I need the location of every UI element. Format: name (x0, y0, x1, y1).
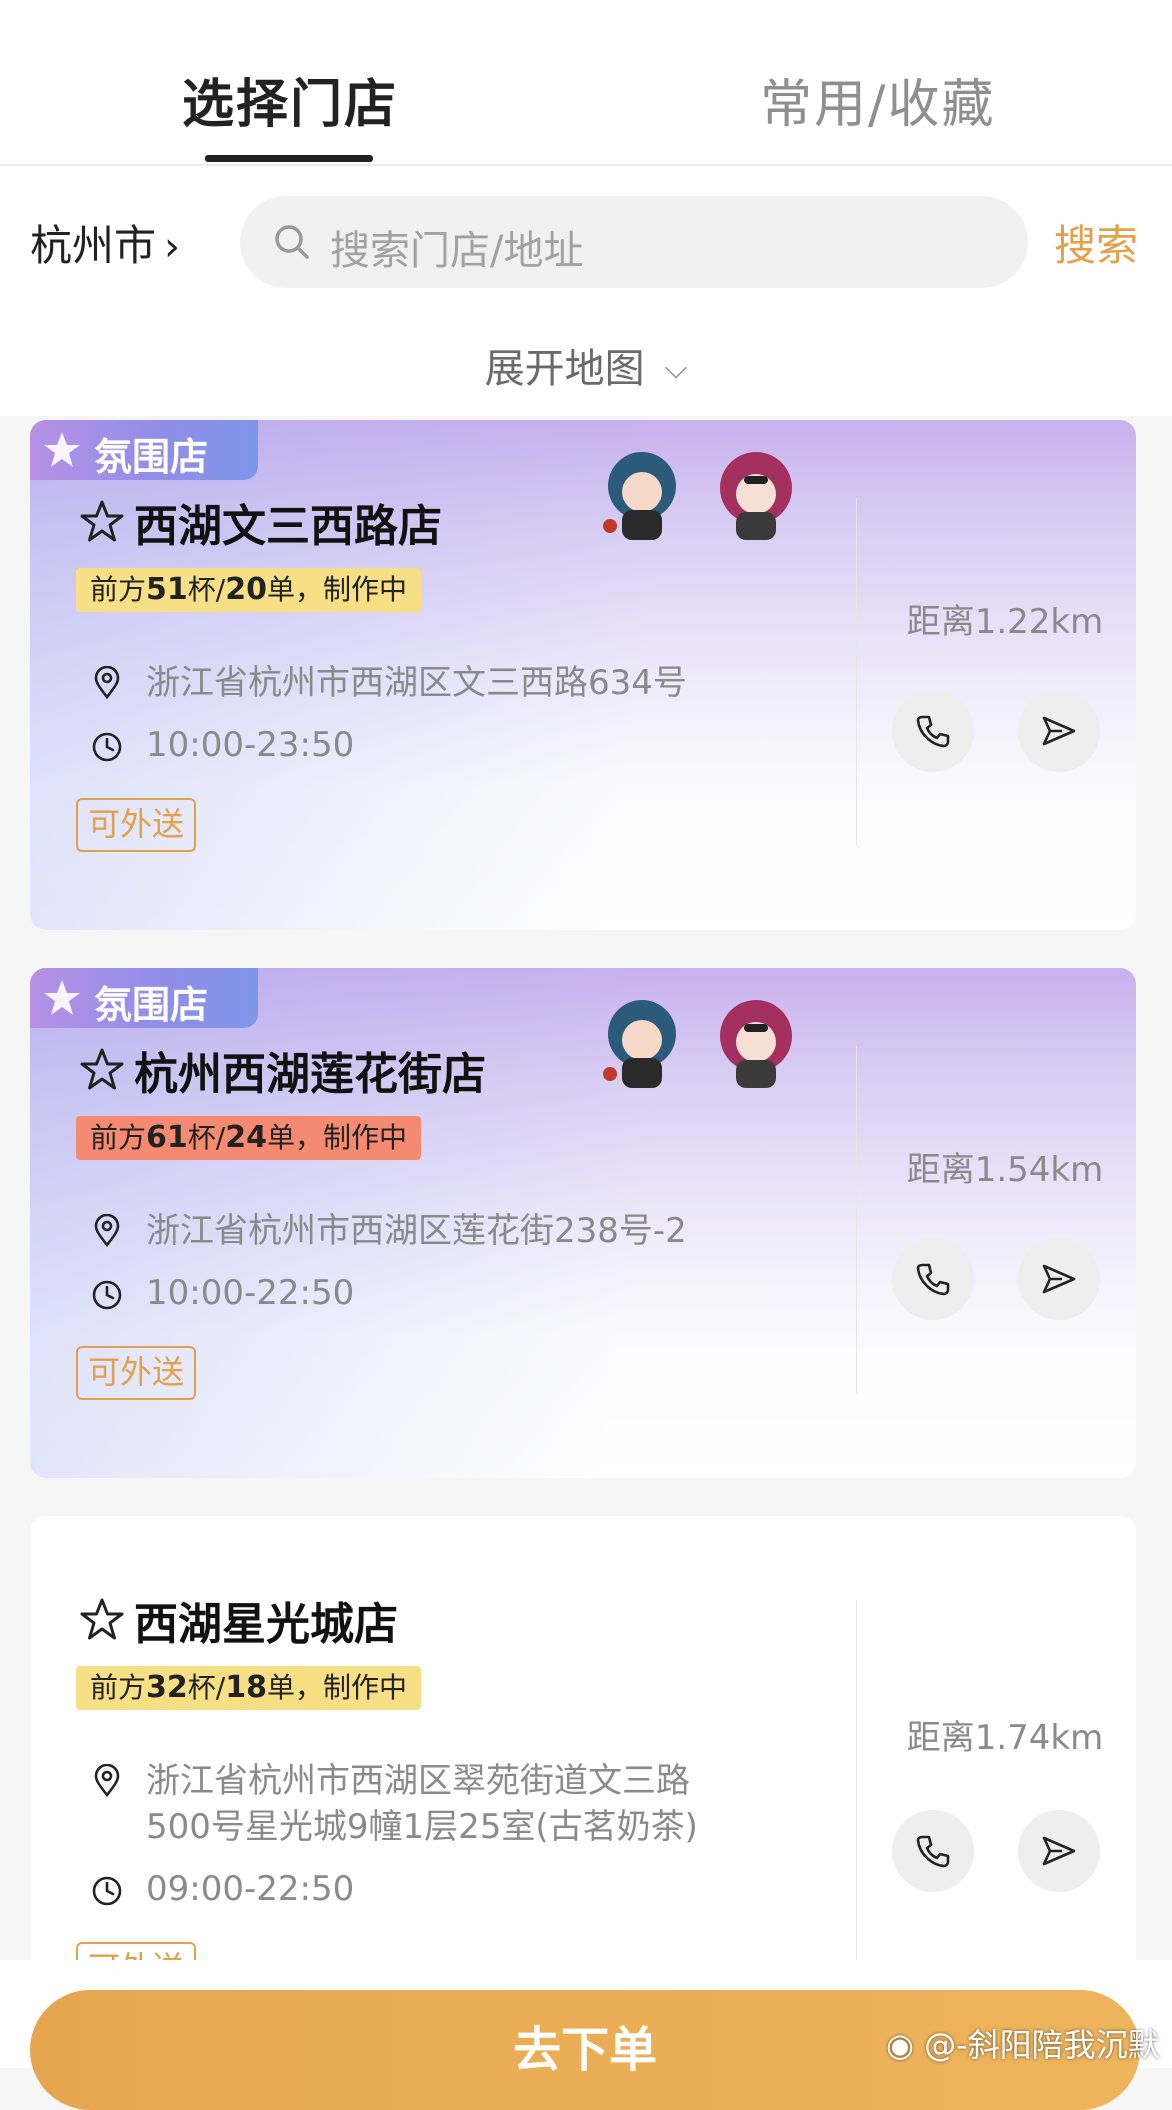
city-label: 杭州市 (30, 221, 157, 270)
store-distance: 距离1.74km (906, 1718, 1104, 1758)
store-address: 浙江省杭州市西湖区莲花街238号-2 (146, 1211, 687, 1251)
card-divider (856, 1046, 857, 1394)
atmosphere-store-badge: 氛围店 (30, 420, 258, 480)
chevron-down-icon: ⌵ (664, 351, 688, 386)
store-name: 西湖文三西路店 (134, 501, 442, 552)
queue-cups-unit: 杯/ (187, 1671, 226, 1704)
call-button[interactable] (892, 690, 974, 772)
queue-prefix: 前方 (90, 1671, 147, 1704)
expand-map-button[interactable]: 展开地图 ⌵ (0, 336, 1172, 394)
watermark-text: @-斜阳陪我沉默 (924, 2026, 1160, 2064)
location-pin-icon (94, 1214, 120, 1248)
queue-orders: 24 (225, 1120, 267, 1155)
star-emblem-icon (44, 432, 80, 467)
location-pin-icon (94, 1764, 120, 1798)
character-avatar-blue (596, 446, 688, 546)
navigate-button[interactable] (1018, 1810, 1100, 1892)
store-address-line2: 500号星光城9幢1层25室(古茗奶茶) (146, 1807, 698, 1847)
queue-cups: 32 (146, 1670, 188, 1705)
store-tabs: 选择门店 常用/收藏 (0, 0, 1172, 166)
search-input[interactable]: 搜索门店/地址 (240, 196, 1028, 288)
character-avatar-red (710, 994, 802, 1094)
phone-icon (916, 1835, 950, 1868)
watermark: ◉ @-斜阳陪我沉默 (886, 2020, 1160, 2066)
navigate-button[interactable] (1018, 690, 1100, 772)
atmosphere-store-badge: 氛围店 (30, 968, 258, 1028)
city-selector[interactable]: 杭州市 › (30, 212, 180, 273)
store-name: 杭州西湖莲花街店 (134, 1049, 486, 1100)
store-card[interactable]: 氛围店 西湖文三西路店 前方51杯/20单，制作中 浙江省杭州市西湖区文三西路6… (30, 420, 1136, 930)
clock-icon (92, 732, 122, 762)
expand-map-label: 展开地图 (484, 346, 645, 392)
queue-cups-unit: 杯/ (187, 573, 226, 606)
tab-select-store[interactable]: 选择门店 (182, 62, 398, 137)
queue-prefix: 前方 (90, 573, 147, 606)
queue-prefix: 前方 (90, 1121, 147, 1154)
phone-icon (916, 715, 950, 748)
star-icon[interactable] (78, 498, 126, 546)
phone-icon (916, 1263, 950, 1296)
search-section: 杭州市 › 搜索门店/地址 搜索 展开地图 ⌵ (0, 166, 1172, 416)
queue-cups-unit: 杯/ (187, 1121, 226, 1154)
store-address: 浙江省杭州市西湖区文三西路634号 (146, 663, 687, 703)
search-button[interactable]: 搜索 (1054, 212, 1138, 273)
store-hours: 10:00-23:50 (146, 725, 355, 765)
store-distance: 距离1.22km (906, 602, 1104, 642)
queue-cups: 61 (146, 1120, 188, 1155)
weibo-icon: ◉ (886, 2026, 914, 2064)
badge-label: 氛围店 (94, 434, 209, 479)
star-icon[interactable] (78, 1046, 126, 1094)
navigate-icon (1042, 1264, 1076, 1294)
store-card[interactable]: 氛围店 杭州西湖莲花街店 前方61杯/24单，制作中 浙江省杭州市西湖区莲花街2… (30, 968, 1136, 1478)
clock-icon (92, 1280, 122, 1310)
delivery-tag: 可外送 (76, 798, 197, 852)
clock-icon (92, 1876, 122, 1906)
star-icon[interactable] (78, 1596, 126, 1644)
queue-status: 前方61杯/24单，制作中 (76, 1116, 421, 1160)
store-distance: 距离1.54km (906, 1150, 1104, 1190)
queue-status: 前方32杯/18单，制作中 (76, 1666, 421, 1710)
location-pin-icon (94, 666, 120, 700)
badge-label: 氛围店 (94, 982, 209, 1027)
star-emblem-icon (44, 980, 80, 1015)
character-avatar-blue (596, 994, 688, 1094)
delivery-tag: 可外送 (76, 1346, 197, 1400)
queue-cups: 51 (146, 572, 188, 607)
store-address-line1: 浙江省杭州市西湖区翠苑街道文三路 (146, 1761, 690, 1801)
store-address: 浙江省杭州市西湖区翠苑街道文三路 500号星光城9幢1层25室(古茗奶茶) (146, 1758, 698, 1850)
navigate-icon (1042, 716, 1076, 746)
navigate-button[interactable] (1018, 1238, 1100, 1320)
store-card[interactable]: 西湖星光城店 前方32杯/18单，制作中 浙江省杭州市西湖区翠苑街道文三路 50… (30, 1516, 1136, 1996)
call-button[interactable] (892, 1810, 974, 1892)
queue-suffix: 单，制作中 (266, 1121, 407, 1154)
queue-suffix: 单，制作中 (266, 1671, 407, 1704)
queue-orders: 20 (225, 572, 267, 607)
store-name: 西湖星光城店 (134, 1599, 398, 1650)
search-placeholder: 搜索门店/地址 (330, 228, 584, 274)
card-divider (856, 1600, 857, 1980)
call-button[interactable] (892, 1238, 974, 1320)
search-icon (275, 225, 309, 259)
chevron-right-icon: › (164, 224, 181, 270)
queue-suffix: 单，制作中 (266, 573, 407, 606)
active-tab-indicator (205, 155, 373, 162)
store-hours: 10:00-22:50 (146, 1273, 355, 1313)
queue-status: 前方51杯/20单，制作中 (76, 568, 421, 612)
tab-favorites[interactable]: 常用/收藏 (760, 62, 996, 137)
character-avatar-red (710, 446, 802, 546)
navigate-icon (1042, 1836, 1076, 1866)
queue-orders: 18 (225, 1670, 267, 1705)
card-divider (856, 498, 857, 846)
store-hours: 09:00-22:50 (146, 1869, 355, 1909)
